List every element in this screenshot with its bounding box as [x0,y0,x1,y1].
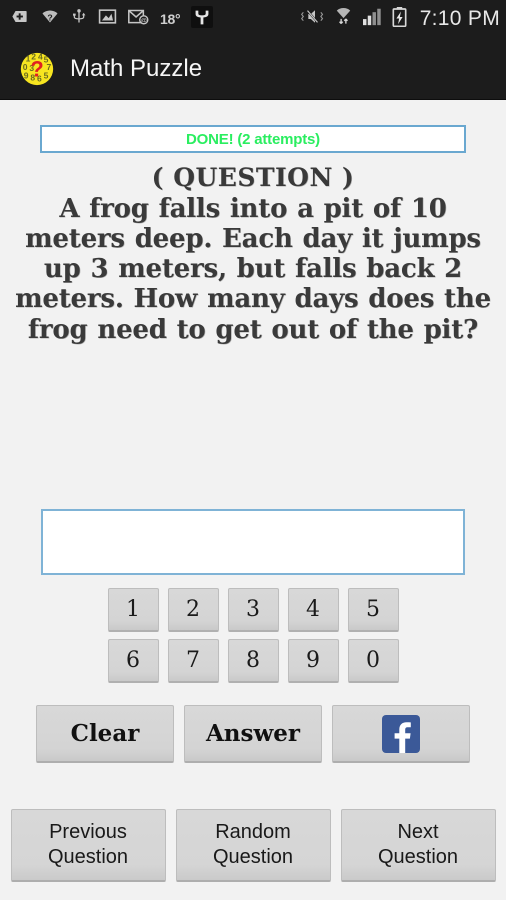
status-bar-left-icons: ? @ 18° [10,5,300,33]
main-content: DONE! (2 attempts) ( QUESTION ) A frog f… [0,100,506,900]
previous-question-button[interactable]: Previous Question [10,809,166,882]
status-banner: DONE! (2 attempts) [40,125,466,153]
svg-text:?: ? [47,12,52,22]
key-3[interactable]: 3 [227,588,279,632]
key-2[interactable]: 2 [167,588,219,632]
answer-button[interactable]: Answer [184,705,322,763]
action-button-row: Clear Answer [0,705,506,763]
svg-text:?: ? [30,56,43,81]
navigation-row: Previous Question Random Question Next Ques… [0,809,506,882]
app-title: Math Puzzle [70,54,203,82]
clock: 7:10 PM [419,7,500,30]
svg-text:9: 9 [24,70,29,80]
svg-text:@: @ [140,17,147,24]
key-6[interactable]: 6 [107,639,159,683]
battery-charging-icon [392,6,407,32]
math-puzzle-icon: 1 2 4 5 0 3 7 9 8 6 5 ? [18,50,56,88]
next-question-label: Next Question [377,821,459,868]
temperature-indicator: 18° [160,11,181,27]
key-7[interactable]: 7 [167,639,219,683]
key-8[interactable]: 8 [227,639,279,683]
signal-bars-icon [362,7,383,31]
key-5[interactable]: 5 [347,588,399,632]
wifi-transfer-icon [334,7,353,31]
status-bar-right-icons: 7:10 PM [300,6,500,32]
clear-button[interactable]: Clear [36,705,174,763]
random-question-label: Random Question [212,821,294,868]
key-4[interactable]: 4 [287,588,339,632]
screenshot-image-icon [98,7,117,31]
svg-text:5: 5 [44,70,49,80]
email-icon: @ [128,8,149,31]
app-y-icon [191,5,214,33]
question-block: ( QUESTION ) A frog falls into a pit of … [14,163,492,345]
key-9[interactable]: 9 [287,639,339,683]
status-bar[interactable]: ? @ 18° 7:10 PM [0,0,506,38]
question-text: A frog falls into a pit of 10 meters dee… [15,194,491,345]
random-question-button[interactable]: Random Question [175,809,331,882]
wifi-unknown-icon: ? [40,7,60,31]
download-badge-icon [10,7,29,31]
facebook-share-button[interactable] [332,705,470,763]
key-1[interactable]: 1 [107,588,159,632]
question-title: ( QUESTION ) [151,163,355,192]
vibrate-mute-icon [300,7,325,31]
previous-question-label: Previous Question [47,821,129,868]
facebook-icon [382,714,420,753]
key-0[interactable]: 0 [347,639,399,683]
number-keypad: 1 2 3 4 5 6 7 8 9 0 [0,588,506,690]
answer-input[interactable] [41,509,465,575]
next-question-button[interactable]: Next Question [340,809,496,882]
status-banner-text: DONE! (2 attempts) [186,130,320,148]
usb-icon [71,7,87,31]
action-bar: 1 2 4 5 0 3 7 9 8 6 5 ? Math Puzzle [0,38,506,100]
keypad-row-1: 1 2 3 4 5 [0,588,506,632]
keypad-row-2: 6 7 8 9 0 [0,639,506,683]
